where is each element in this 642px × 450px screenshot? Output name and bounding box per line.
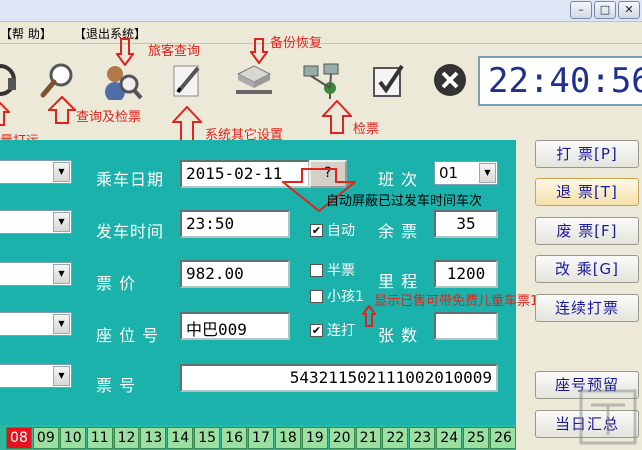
depart-time-field[interactable]: 23:50 (180, 210, 290, 238)
continuous-checkbox[interactable]: ✔ 连打 (310, 320, 355, 340)
ticket-type-combo[interactable]: ▼ (0, 312, 72, 336)
seat-cell[interactable]: 14 (167, 427, 194, 449)
seat-cell[interactable]: 11 (86, 427, 113, 449)
menu-help[interactable]: 【帮 助】 (0, 25, 52, 42)
chevron-down-icon[interactable]: ▼ (53, 162, 70, 182)
count-label: 张 数 (378, 326, 419, 345)
half-check-box[interactable] (310, 263, 323, 277)
print-ticket-button[interactable]: 打 票[P] (535, 140, 639, 168)
seat-cell[interactable]: 12 (113, 427, 140, 449)
seat-cell[interactable]: 16 (221, 427, 248, 449)
seat-cell[interactable]: 19 (301, 427, 328, 449)
continuous-check-box[interactable]: ✔ (310, 323, 323, 337)
close-icon[interactable]: ✕ (618, 1, 640, 19)
seat-number-field[interactable]: 中巴009 (180, 312, 290, 340)
annotation-check-ticket: 检票 (353, 122, 380, 137)
chevron-down-icon[interactable]: ▼ (53, 264, 70, 284)
half-check-label: 半票 (327, 263, 355, 279)
change-ride-button[interactable]: 改 乘[G] (535, 255, 639, 283)
chevron-down-icon[interactable]: ▼ (53, 212, 70, 232)
seat-strip: 08 09 10 11 12 13 14 15 16 17 18 19 20 21 22 23 24 25 26 (0, 425, 516, 450)
watermark-logo-icon (579, 389, 637, 445)
station-combo[interactable]: ▼ (0, 210, 72, 234)
seat-cell[interactable]: 15 (194, 427, 221, 449)
maximize-icon[interactable]: □ (594, 1, 616, 19)
network-check-icon[interactable] (300, 58, 344, 102)
seat-cell[interactable]: 10 (59, 427, 86, 449)
seat-cell[interactable]: 25 (463, 427, 490, 449)
seat-cell[interactable]: 20 (328, 427, 355, 449)
headset-icon[interactable] (0, 58, 22, 102)
chevron-down-icon[interactable]: ▼ (53, 366, 70, 386)
shift-label: 班 次 (378, 170, 419, 189)
depart-time-label: 发车时间 (96, 222, 165, 241)
remain-field: 35 (434, 210, 498, 238)
destination-combo[interactable]: ▼ (0, 262, 72, 286)
shift-combo[interactable]: 01 ▼ (434, 161, 498, 185)
seat-cell[interactable]: 21 (355, 427, 382, 449)
arrow-down-icon (116, 38, 134, 66)
void-ticket-button[interactable]: 废 票[F] (535, 217, 639, 245)
refund-ticket-button[interactable]: 退 票[T] (535, 178, 639, 206)
window-controls: – □ ✕ (570, 1, 640, 19)
date-label: 乘车日期 (96, 170, 165, 189)
auto-check-box[interactable]: ✔ (310, 223, 323, 237)
arrow-up-icon (172, 106, 202, 142)
exit-icon[interactable] (428, 58, 472, 102)
child-check-label: 小孩1 (327, 289, 364, 305)
annotation-query-check: 查询及检票 (76, 110, 142, 125)
arrow-up-icon (0, 101, 10, 126)
ticketing-window: – □ ✕ 【帮 助】 【退出系统】 22:40:56 旅客查询 备份恢复 查询… (0, 0, 642, 450)
arrow-up-icon (322, 100, 352, 134)
seat-cell[interactable]: 13 (140, 427, 167, 449)
minimize-icon[interactable]: – (570, 1, 592, 19)
shift-value: 01 (439, 164, 459, 182)
clock-display: 22:40:56 (478, 56, 642, 106)
price-field[interactable]: 982.00 (180, 260, 290, 288)
seat-cell[interactable]: 24 (436, 427, 463, 449)
ticket-form-panel: ▼ ▼ ▼ ▼ ▼ 乘车日期 2015-02-11 ? 班 次 01 ▼ 发车时间… (0, 140, 516, 425)
mileage-label: 里 程 (378, 272, 419, 291)
seat-cell[interactable]: 18 (274, 427, 301, 449)
mileage-field: 1200 (434, 260, 498, 288)
checkmark-icon[interactable] (366, 58, 410, 102)
annotation-auto-hide: 自动屏蔽已过发车时间车次 (326, 194, 483, 209)
settings-pen-icon[interactable] (164, 58, 208, 102)
annotation-backup-restore: 备份恢复 (270, 36, 323, 51)
auto-check-label: 自动 (327, 223, 355, 239)
route-combo[interactable]: ▼ (0, 160, 72, 184)
seat-cell[interactable]: 26 (490, 427, 516, 449)
arrow-down-icon (250, 38, 268, 64)
price-label: 票 价 (96, 274, 137, 293)
seat-cell[interactable]: 22 (382, 427, 409, 449)
payment-combo[interactable]: ▼ (0, 364, 72, 388)
menu-exit[interactable]: 【退出系统】 (74, 25, 146, 42)
seat-cell[interactable]: 09 (32, 427, 59, 449)
count-field[interactable] (434, 312, 498, 340)
seat-cell[interactable]: 17 (248, 427, 274, 449)
backup-server-icon[interactable] (232, 58, 276, 102)
chevron-down-icon[interactable]: ▼ (479, 163, 496, 183)
arrow-up-icon (48, 96, 76, 124)
annotation-child-tickets: 显示已售可带免费儿童车票1张 (374, 294, 552, 309)
chevron-down-icon[interactable]: ▼ (53, 314, 70, 334)
half-ticket-checkbox[interactable]: 半票 (310, 260, 355, 280)
remain-label: 余 票 (378, 222, 419, 241)
annotation-passenger-query: 旅客查询 (148, 44, 201, 59)
child-checkbox[interactable]: 小孩1 (310, 286, 364, 306)
title-bar: – □ ✕ (0, 0, 642, 22)
auto-checkbox[interactable]: ✔ 自动 (310, 220, 355, 240)
continuous-check-label: 连打 (327, 323, 355, 339)
seat-cell[interactable]: 23 (409, 427, 436, 449)
ticket-number-field: 543211502111002010009 (180, 364, 498, 392)
seat-cell[interactable]: 08 (6, 427, 32, 449)
continuous-print-button[interactable]: 连续打票 (535, 294, 639, 322)
ticket-number-label: 票 号 (96, 376, 137, 395)
seat-number-label: 座 位 号 (96, 326, 160, 345)
child-check-box[interactable] (310, 289, 323, 303)
